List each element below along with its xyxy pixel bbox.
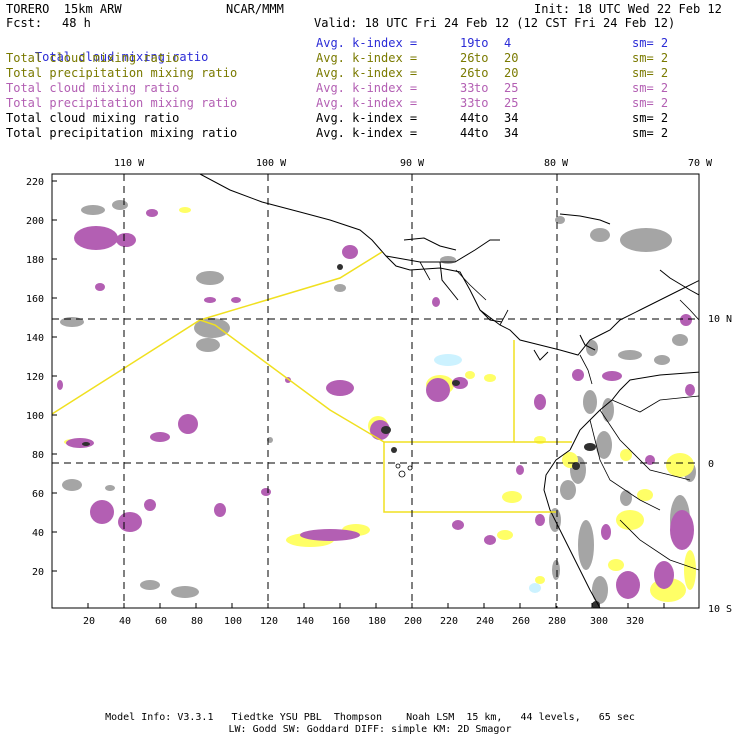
model-info-line2: LW: Godd SW: Goddard DIFF: simple KM: 2D… [228,724,512,735]
legend-field: Total precipitation mixing ratio [6,66,238,80]
legend-field: Total precipitation mixing ratio [6,126,238,140]
legend-field: Total cloud mixing ratio [6,81,180,95]
legend-avg: Avg. k-index = [316,111,418,125]
legend-field: Total cloud mixing ratio [6,51,180,65]
legend-field: Total precipitation mixing ratio [6,96,238,110]
y-tick: 40 [32,528,44,539]
legend-range-from: 33 [460,81,475,95]
x-tick: 260 [512,616,530,627]
lon-label: 90 W [400,158,425,169]
legend-range-to: to [474,81,489,95]
legend-smoothing: sm= 2 [632,66,669,80]
legend-smoothing: sm= 2 [632,36,669,50]
lon-label: 100 W [256,158,287,169]
legend-avg: Avg. k-index = [316,36,418,50]
y-tick: 160 [26,294,44,305]
y-tick: 200 [26,216,44,227]
forecast-label: Fcst: [6,16,43,30]
legend-smoothing: sm= 2 [632,96,669,110]
legend-range-to: to [474,126,489,140]
legend-range-from: 26 [460,51,475,65]
yellow-cloud-field [64,207,696,602]
init-time: Init: 18 UTC Wed 22 Feb 12 [534,2,722,16]
legend-avg: Avg. k-index = [316,66,418,80]
legend-avg: Avg. k-index = [316,81,418,95]
forecast-hour: 48 h [62,16,91,30]
x-tick: 80 [191,616,203,627]
legend-range-to: to [474,96,489,110]
legend-range-from: 44 [460,126,475,140]
legend-smoothing: sm= 2 [632,111,669,125]
x-tick: 120 [260,616,278,627]
lat-label: 10 N [708,314,732,325]
galapagos-islands [395,463,413,478]
gray-cloud-field [60,200,696,604]
x-tick: 300 [590,616,608,627]
plot-area [52,174,699,608]
axis-ticks [52,180,665,608]
legend-range-end: 20 [504,66,519,80]
legend-range-to: to [474,51,489,65]
x-tick: 240 [476,616,494,627]
legend-range-end: 20 [504,51,519,65]
legend-smoothing: sm= 2 [632,51,669,65]
legend-range-from: 19 [460,36,475,50]
legend-range-end: 34 [504,111,519,125]
y-tick: 180 [26,255,44,266]
legend-smoothing: sm= 2 [632,81,669,95]
y-tick-labels: 220 200 180 160 140 120 100 80 60 40 20 [26,177,44,578]
legend-range-end: 4 [504,36,512,50]
lon-label: 110 W [114,158,145,169]
legend-field: Total cloud mixing ratio [6,111,180,125]
x-tick: 200 [404,616,422,627]
x-tick: 60 [155,616,167,627]
x-tick-labels: 20 40 60 80 100 120 140 160 180 200 220 … [83,616,644,627]
legend-range-from: 33 [460,96,475,110]
y-tick: 140 [26,333,44,344]
lon-label: 80 W [544,158,569,169]
x-tick: 320 [626,616,644,627]
legend-avg: Avg. k-index = [316,96,418,110]
x-tick: 160 [332,616,350,627]
legend-smoothing: sm= 2 [632,126,669,140]
y-tick: 220 [26,177,44,188]
model-info-line1: Model Info: V3.3.1 Tiedtke YSU PBL Thomp… [105,712,635,723]
y-tick: 60 [32,489,44,500]
purple-cloud-field [57,209,695,599]
legend-range-to: to [474,66,489,80]
x-tick: 100 [224,616,242,627]
y-tick: 20 [32,567,44,578]
y-tick: 80 [32,450,44,461]
x-tick: 280 [548,616,566,627]
x-tick: 180 [368,616,386,627]
legend-avg: Avg. k-index = [316,126,418,140]
legend-range-end: 34 [504,126,519,140]
x-tick: 40 [119,616,131,627]
model-title: TORERO 15km ARW [6,2,122,16]
forecast-map: 110 W 100 W 90 W 80 W 70 W 10 N 0 10 S 2… [26,158,732,627]
legend-range-to: to [474,111,489,125]
x-tick: 220 [440,616,458,627]
valid-time: Valid: 18 UTC Fri 24 Feb 12 (12 CST Fri … [314,16,676,30]
legend-range-end: 25 [504,81,519,95]
lat-label: 0 [708,459,714,470]
legend-range-to: to [474,36,489,50]
lon-label: 70 W [688,158,713,169]
legend-range-from: 44 [460,111,475,125]
y-tick: 120 [26,372,44,383]
x-tick: 20 [83,616,95,627]
legend-avg: Avg. k-index = [316,51,418,65]
lat-label: 10 S [708,604,732,615]
legend-range-end: 25 [504,96,519,110]
legend-range-from: 26 [460,66,475,80]
x-tick: 140 [296,616,314,627]
y-tick: 100 [26,411,44,422]
flight-route [52,251,572,513]
organization-label: NCAR/MMM [226,2,284,16]
